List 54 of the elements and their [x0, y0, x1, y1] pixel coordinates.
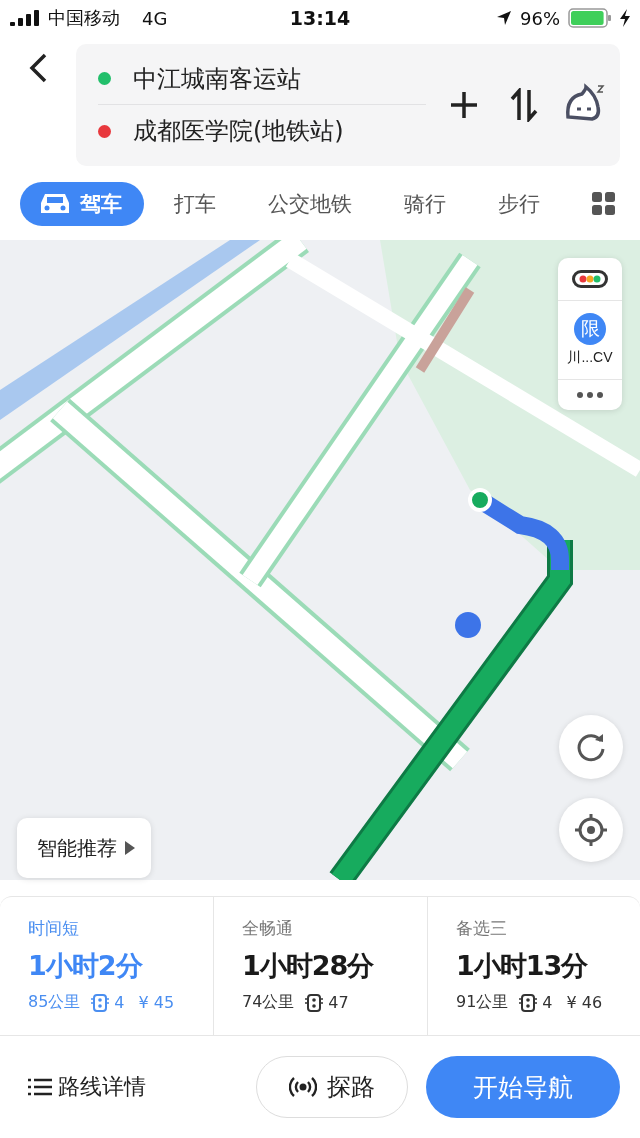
traffic-light-count: 47 — [328, 993, 349, 1012]
traffic-light-count: 4 — [542, 993, 553, 1012]
traffic-light-icon — [572, 270, 608, 288]
carrier-name: 中国移动 — [48, 6, 120, 30]
route-duration: 1小时2分 — [28, 949, 144, 983]
start-dot — [98, 72, 111, 85]
route-duration: 1小时28分 — [242, 949, 375, 983]
more-dots-icon — [577, 392, 603, 398]
refresh-icon — [575, 731, 607, 763]
travel-mode-tab[interactable]: 步行 — [478, 182, 562, 226]
locate-icon — [573, 812, 609, 848]
route-option-card[interactable]: 全畅通 1小时28分 74公里 47 — [213, 897, 427, 1035]
plus-icon — [449, 90, 479, 120]
traffic-light-icon — [90, 993, 111, 1012]
grid-icon — [592, 192, 616, 216]
start-location[interactable]: 中江城南客运站 — [133, 62, 301, 95]
travel-mode-tab[interactable]: 驾车 — [20, 182, 144, 226]
route-tag: 时间短 — [28, 917, 213, 940]
route-option-card[interactable]: 时间短 1小时2分 85公里 4 ¥ 45 — [0, 897, 213, 1035]
battery-percent: 96% — [520, 7, 560, 29]
route-duration: 1小时13分 — [456, 949, 589, 983]
traffic-light-count: 4 — [114, 993, 125, 1012]
end-location[interactable]: 成都医学院(地铁站) — [133, 115, 344, 147]
toll-cost: ¥ 45 — [138, 993, 175, 1012]
charging-bolt-icon — [620, 9, 630, 27]
traffic-light-icon — [304, 993, 325, 1012]
route-option-card[interactable]: 备选三 1小时13分 91公里 4 ¥ 46 — [427, 897, 640, 1035]
travel-mode-tab[interactable]: 公交地铁 — [248, 182, 374, 226]
start-navigation-button[interactable]: 开始导航 — [426, 1056, 620, 1118]
restriction-button[interactable]: 限 川...CV — [558, 301, 622, 380]
traffic-light-icon — [518, 993, 539, 1012]
route-distance: 74公里 — [242, 992, 295, 1013]
route-tag: 全畅通 — [242, 917, 427, 940]
network-type: 4G — [142, 7, 168, 29]
swap-arrows-icon — [509, 88, 539, 122]
list-icon — [28, 1077, 52, 1097]
travel-mode-tab[interactable]: 打车 — [154, 182, 238, 226]
route-distance: 85公里 — [28, 992, 81, 1013]
restriction-badge: 限 — [574, 313, 606, 345]
route-tag: 备选三 — [456, 917, 640, 940]
smart-recommend-button[interactable]: 智能推荐 — [17, 818, 151, 878]
triangle-right-icon — [125, 841, 135, 855]
route-distance: 91公里 — [456, 992, 509, 1013]
battery-icon — [568, 8, 612, 28]
travel-mode-tab[interactable]: 骑行 — [384, 182, 468, 226]
location-arrow-icon — [496, 10, 512, 26]
plate-number: 川...CV — [567, 349, 613, 367]
end-dot — [98, 124, 111, 138]
explore-route-button[interactable]: 探路 — [256, 1056, 408, 1118]
back-chevron-icon — [27, 52, 49, 84]
signal-icon — [10, 10, 40, 26]
toll-cost: ¥ 46 — [566, 993, 603, 1012]
route-details-button[interactable]: 路线详情 — [28, 1072, 146, 1102]
clock-time: 13:14 — [289, 7, 351, 29]
